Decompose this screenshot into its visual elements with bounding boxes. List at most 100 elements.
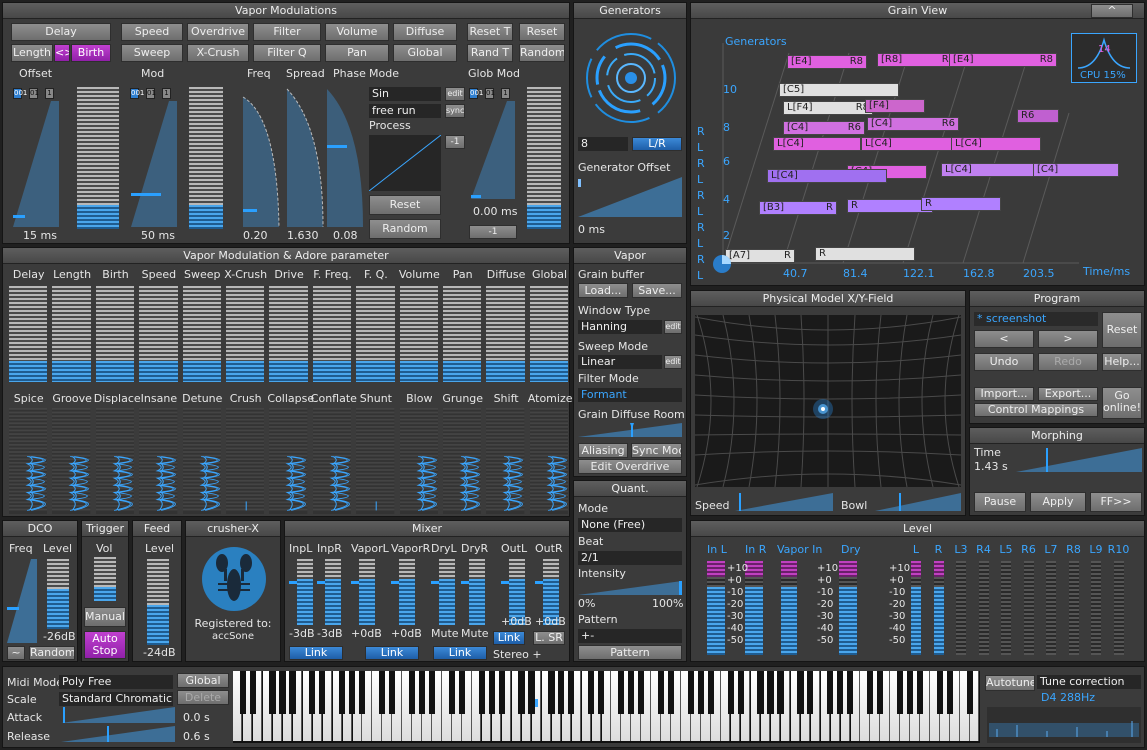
- quant-mode-select[interactable]: None (Free): [578, 518, 682, 532]
- program-name-field[interactable]: * screenshot: [974, 312, 1098, 326]
- diffuse-room-slider[interactable]: [578, 423, 682, 437]
- glob-range-1-button[interactable]: 1: [501, 88, 510, 99]
- random-button[interactable]: Random: [519, 44, 565, 62]
- manual-button[interactable]: Manual: [84, 607, 126, 627]
- speed-slider[interactable]: [735, 493, 833, 511]
- birth-button[interactable]: Birth: [71, 44, 111, 62]
- adore-slider[interactable]: [312, 408, 352, 514]
- fader-handle[interactable]: [391, 581, 399, 584]
- x-crush-button[interactable]: X-Crush: [187, 44, 249, 62]
- piano-black-key[interactable]: [359, 671, 366, 714]
- adore-slider[interactable]: [226, 286, 265, 382]
- mode-edit-button[interactable]: edit: [445, 87, 465, 101]
- adore-slider[interactable]: [486, 286, 525, 382]
- adore-slider[interactable]: [529, 408, 569, 514]
- rand-t-button[interactable]: Rand T: [467, 44, 513, 62]
- adore-slider[interactable]: [9, 286, 48, 382]
- range-1-button[interactable]: 1: [45, 88, 54, 99]
- fader-handle[interactable]: [535, 581, 543, 584]
- pattern-button[interactable]: Pattern: [578, 645, 682, 660]
- sync-button[interactable]: sync: [445, 104, 465, 118]
- release-slider[interactable]: [61, 726, 175, 742]
- adore-slider[interactable]: [443, 286, 482, 382]
- piano-black-key[interactable]: [896, 671, 904, 714]
- freq-slider[interactable]: [241, 87, 281, 229]
- aliasing-button[interactable]: Aliasing: [578, 443, 628, 458]
- adore-slider[interactable]: [95, 286, 135, 382]
- mod-range-001-button[interactable]: 001: [130, 88, 144, 99]
- adore-slider[interactable]: [269, 408, 308, 514]
- fader-handle[interactable]: [431, 581, 439, 584]
- glob-mod-slider[interactable]: [469, 101, 517, 201]
- adore-slider[interactable]: [95, 408, 135, 514]
- piano-black-key[interactable]: [339, 671, 346, 714]
- adore-slider[interactable]: [486, 408, 525, 514]
- reset-button[interactable]: Reset: [519, 23, 565, 41]
- midi-global-button[interactable]: Global: [177, 673, 229, 688]
- piano-black-key[interactable]: [279, 671, 286, 714]
- inp-link-button[interactable]: Link: [289, 646, 343, 660]
- piano-black-key[interactable]: [269, 671, 276, 714]
- adore-slider[interactable]: [356, 408, 395, 514]
- piano-black-key[interactable]: [498, 671, 505, 714]
- window-type-select[interactable]: Hanning: [578, 320, 662, 334]
- mod-slider[interactable]: [129, 101, 179, 229]
- global-button[interactable]: Global: [393, 44, 457, 62]
- redo-button[interactable]: Redo: [1038, 353, 1098, 371]
- spread-slider[interactable]: [285, 87, 325, 229]
- auto-stop-button[interactable]: Auto Stop: [84, 631, 126, 659]
- piano-black-key[interactable]: [289, 671, 296, 714]
- mixer-fader[interactable]: [325, 559, 341, 625]
- piano-black-key[interactable]: [797, 671, 804, 714]
- mixer-fader[interactable]: [439, 559, 455, 625]
- piano-black-key[interactable]: [418, 671, 426, 714]
- process-random-button[interactable]: Random: [369, 219, 441, 239]
- filter-mode-select[interactable]: Formant: [578, 388, 682, 402]
- glob-minus-button[interactable]: -1: [469, 225, 517, 239]
- generator-offset-slider[interactable]: [578, 177, 682, 217]
- edit-overdrive-button[interactable]: Edit Overdrive: [578, 459, 682, 474]
- adore-slider[interactable]: [443, 408, 482, 514]
- feed-level-meter[interactable]: [147, 559, 169, 645]
- piano-black-key[interactable]: [618, 671, 625, 714]
- glob-range-01-button[interactable]: 01: [485, 88, 495, 99]
- offset-slider[interactable]: [11, 101, 61, 229]
- midi-mode-select[interactable]: Poly Free: [59, 675, 173, 689]
- load-button[interactable]: Load...: [578, 283, 628, 298]
- intensity-slider[interactable]: [578, 581, 682, 595]
- adore-slider[interactable]: [182, 286, 221, 382]
- piano-black-key[interactable]: [767, 671, 774, 714]
- delete-scale-button[interactable]: Delete: [177, 690, 229, 705]
- piano-black-key[interactable]: [707, 671, 714, 714]
- piano-black-key[interactable]: [847, 671, 854, 714]
- piano-black-key[interactable]: [966, 671, 973, 714]
- mixer-fader[interactable]: [359, 559, 375, 625]
- control-mappings-button[interactable]: Control Mappings: [974, 403, 1098, 417]
- piano-black-key[interactable]: [777, 671, 784, 714]
- adore-slider[interactable]: [529, 286, 569, 382]
- piano-black-key[interactable]: [448, 671, 455, 714]
- piano-black-key[interactable]: [239, 671, 246, 714]
- piano-black-key[interactable]: [837, 671, 844, 714]
- sweep-button[interactable]: Sweep: [121, 44, 183, 62]
- process-reset-button[interactable]: Reset: [369, 195, 441, 215]
- piano-black-key[interactable]: [877, 671, 884, 714]
- piano-black-key[interactable]: [588, 671, 595, 714]
- lr-button[interactable]: L/R: [632, 137, 682, 151]
- piano-black-key[interactable]: [518, 671, 525, 714]
- autotune-button[interactable]: Autotune: [985, 675, 1035, 691]
- volume-button[interactable]: Volume: [325, 23, 389, 41]
- adore-slider[interactable]: [139, 286, 178, 382]
- piano-black-key[interactable]: [628, 671, 635, 714]
- vapor-link-button[interactable]: Link: [365, 646, 419, 660]
- piano-black-key[interactable]: [727, 671, 734, 714]
- export-button[interactable]: Export...: [1038, 387, 1098, 401]
- adore-slider[interactable]: [9, 408, 48, 514]
- fader-handle[interactable]: [289, 581, 297, 584]
- piano-black-key[interactable]: [379, 671, 386, 714]
- time-slider[interactable]: [1016, 448, 1142, 472]
- mixer-fader[interactable]: [297, 559, 313, 625]
- dco-freq-slider[interactable]: [7, 559, 37, 643]
- piano-black-key[interactable]: [946, 671, 953, 714]
- prev-program-button[interactable]: <: [974, 330, 1034, 348]
